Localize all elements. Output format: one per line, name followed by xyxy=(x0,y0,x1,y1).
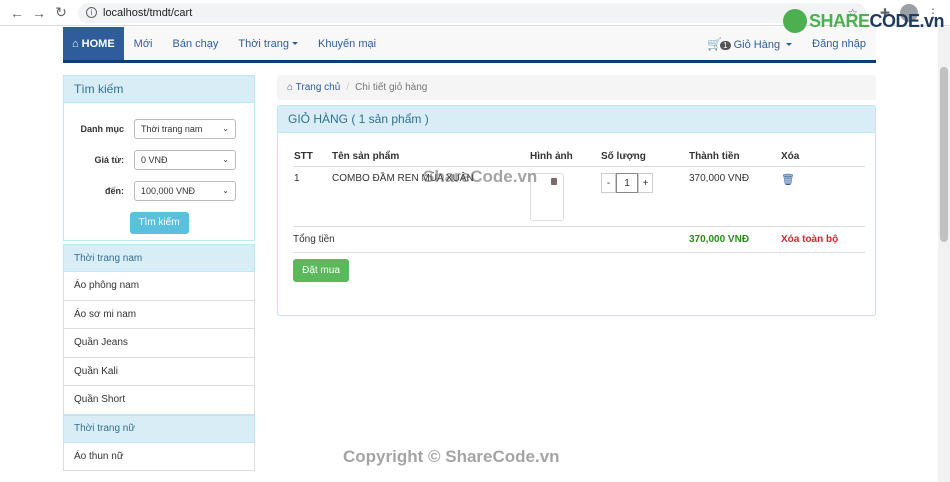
nav-promotion[interactable]: Khuyến mại xyxy=(308,38,386,50)
logo-text-a: SHARE xyxy=(808,10,870,31)
quantity-stepper: - 1 + xyxy=(601,173,689,193)
chevron-down-icon: ⌄ xyxy=(222,186,229,195)
table-row: 1 COMBO ĐẦM REN MÙA XUÂN - 1 + 370,000 V… xyxy=(293,167,865,227)
category-item[interactable]: Áo thun nữ xyxy=(63,442,255,471)
category-select[interactable]: Thời trang nam ⌄ xyxy=(134,118,236,139)
category-select-value: Thời trang nam xyxy=(141,123,203,134)
category-item[interactable]: Quần Jeans xyxy=(63,329,255,358)
cart-panel: GIỎ HÀNG ( 1 sản phẩm ) STT Tên sản phẩm… xyxy=(277,105,876,316)
cart-table: STT Tên sản phẩm Hình ảnh Số lượng Thành… xyxy=(293,147,865,253)
col-name: Tên sản phẩm xyxy=(332,151,400,162)
col-qty: Số lượng xyxy=(601,151,646,162)
cart-title: GIỎ HÀNG ( 1 sản phẩm ) xyxy=(278,106,875,133)
col-image: Hình ảnh xyxy=(530,151,573,162)
price-from-select[interactable]: 0 VNĐ ⌄ xyxy=(134,149,236,170)
price-to-value: 100,000 VNĐ xyxy=(141,185,196,196)
chevron-down-icon: ⌄ xyxy=(222,155,229,164)
price-from-label: Giá từ: xyxy=(94,154,124,165)
qty-plus-button[interactable]: + xyxy=(638,173,653,193)
main-navbar: ⌂ HOME Mới Bán chạy Thời trang Khuyến mạ… xyxy=(63,27,876,63)
search-button[interactable]: Tìm kiếm xyxy=(129,212,189,234)
nav-new[interactable]: Mới xyxy=(124,38,163,50)
category-header-men[interactable]: Thời trang nam xyxy=(63,244,255,272)
breadcrumb-home[interactable]: ⌂ Trang chủ xyxy=(287,82,340,93)
category-item[interactable]: Quần Kali xyxy=(63,357,255,386)
sidebar: Tìm kiếm Danh mục Thời trang nam ⌄ Giá từ… xyxy=(63,75,255,471)
category-item[interactable]: Quần Short xyxy=(63,386,255,415)
scrollbar-thumb[interactable] xyxy=(940,67,948,242)
category-item[interactable]: Áo sơ mi nam xyxy=(63,300,255,329)
nav-cart[interactable]: 🛒1 Giỏ Hàng xyxy=(697,37,802,51)
search-form: Danh mục Thời trang nam ⌄ Giá từ: 0 VNĐ ⌄ … xyxy=(63,103,255,241)
chevron-down-icon: ⌄ xyxy=(222,124,229,133)
category-item[interactable]: Áo phông nam xyxy=(63,272,255,301)
price-to-select[interactable]: 100,000 VNĐ ⌄ xyxy=(134,180,236,201)
total-value: 370,000 VNĐ xyxy=(689,234,750,245)
clear-all-button[interactable]: Xóa toàn bộ xyxy=(781,234,865,245)
search-panel-title: Tìm kiếm xyxy=(63,75,255,103)
nav-home[interactable]: ⌂ HOME xyxy=(63,27,124,60)
reload-icon[interactable]: ↻ xyxy=(50,2,72,24)
sharecode-logo: SHARE CODE.vn xyxy=(782,9,944,33)
nav-fashion-label: Thời trang xyxy=(238,37,289,50)
cart-count-badge: 1 xyxy=(720,40,731,50)
category-header-women[interactable]: Thời trang nữ xyxy=(63,414,255,443)
nav-home-label: HOME xyxy=(81,37,115,50)
logo-text-b: CODE.vn xyxy=(869,10,944,31)
nav-bestseller[interactable]: Bán chạy xyxy=(162,38,228,50)
breadcrumb-current: Chi tiết giỏ hàng xyxy=(355,82,428,93)
url-text: localhost/tmdt/cart xyxy=(103,6,193,19)
center-watermark: ShareCode.vn xyxy=(423,167,538,186)
cart-main: ⌂ Trang chủ / Chi tiết giỏ hàng GIỎ HÀNG… xyxy=(277,75,876,316)
cart-table-header: STT Tên sản phẩm Hình ảnh Số lượng Thành… xyxy=(293,147,865,167)
total-row: Tổng tiền 370,000 VNĐ Xóa toàn bộ xyxy=(293,227,865,253)
row-amount: 370,000 VNĐ xyxy=(689,173,750,184)
qty-minus-button[interactable]: - xyxy=(601,173,616,193)
back-arrow-icon[interactable]: ← xyxy=(6,2,28,24)
row-stt: 1 xyxy=(294,173,300,184)
price-to-label: đến: xyxy=(105,185,124,196)
page-scrollbar[interactable] xyxy=(938,27,950,482)
breadcrumb-home-label: Trang chủ xyxy=(295,82,341,93)
leaf-logo-icon xyxy=(782,9,807,33)
col-delete: Xóa xyxy=(781,151,800,162)
col-stt: STT xyxy=(294,151,313,162)
breadcrumb-separator: / xyxy=(346,82,350,93)
copyright-watermark: Copyright © ShareCode.vn xyxy=(343,447,560,466)
total-label: Tổng tiền xyxy=(293,234,335,245)
nav-login[interactable]: Đăng nhập xyxy=(802,38,876,50)
home-icon: ⌂ xyxy=(72,37,79,50)
category-label: Danh mục xyxy=(80,123,124,134)
cart-label: Giỏ Hàng xyxy=(733,38,781,51)
breadcrumb: ⌂ Trang chủ / Chi tiết giỏ hàng xyxy=(277,75,876,100)
price-from-value: 0 VNĐ xyxy=(141,154,168,165)
qty-input[interactable]: 1 xyxy=(616,173,638,193)
trash-icon[interactable]: 🗑 xyxy=(781,174,795,186)
order-button[interactable]: Đặt mua xyxy=(293,259,349,282)
forward-arrow-icon[interactable]: → xyxy=(28,2,50,24)
page-content: ⌂ HOME Mới Bán chạy Thời trang Khuyến mạ… xyxy=(0,27,938,482)
address-bar[interactable]: i localhost/tmdt/cart ☆ xyxy=(78,2,866,23)
site-info-icon[interactable]: i xyxy=(86,7,97,18)
col-amount: Thành tiền xyxy=(689,151,740,162)
nav-fashion-dropdown[interactable]: Thời trang xyxy=(228,38,308,50)
home-icon: ⌂ xyxy=(287,82,296,93)
